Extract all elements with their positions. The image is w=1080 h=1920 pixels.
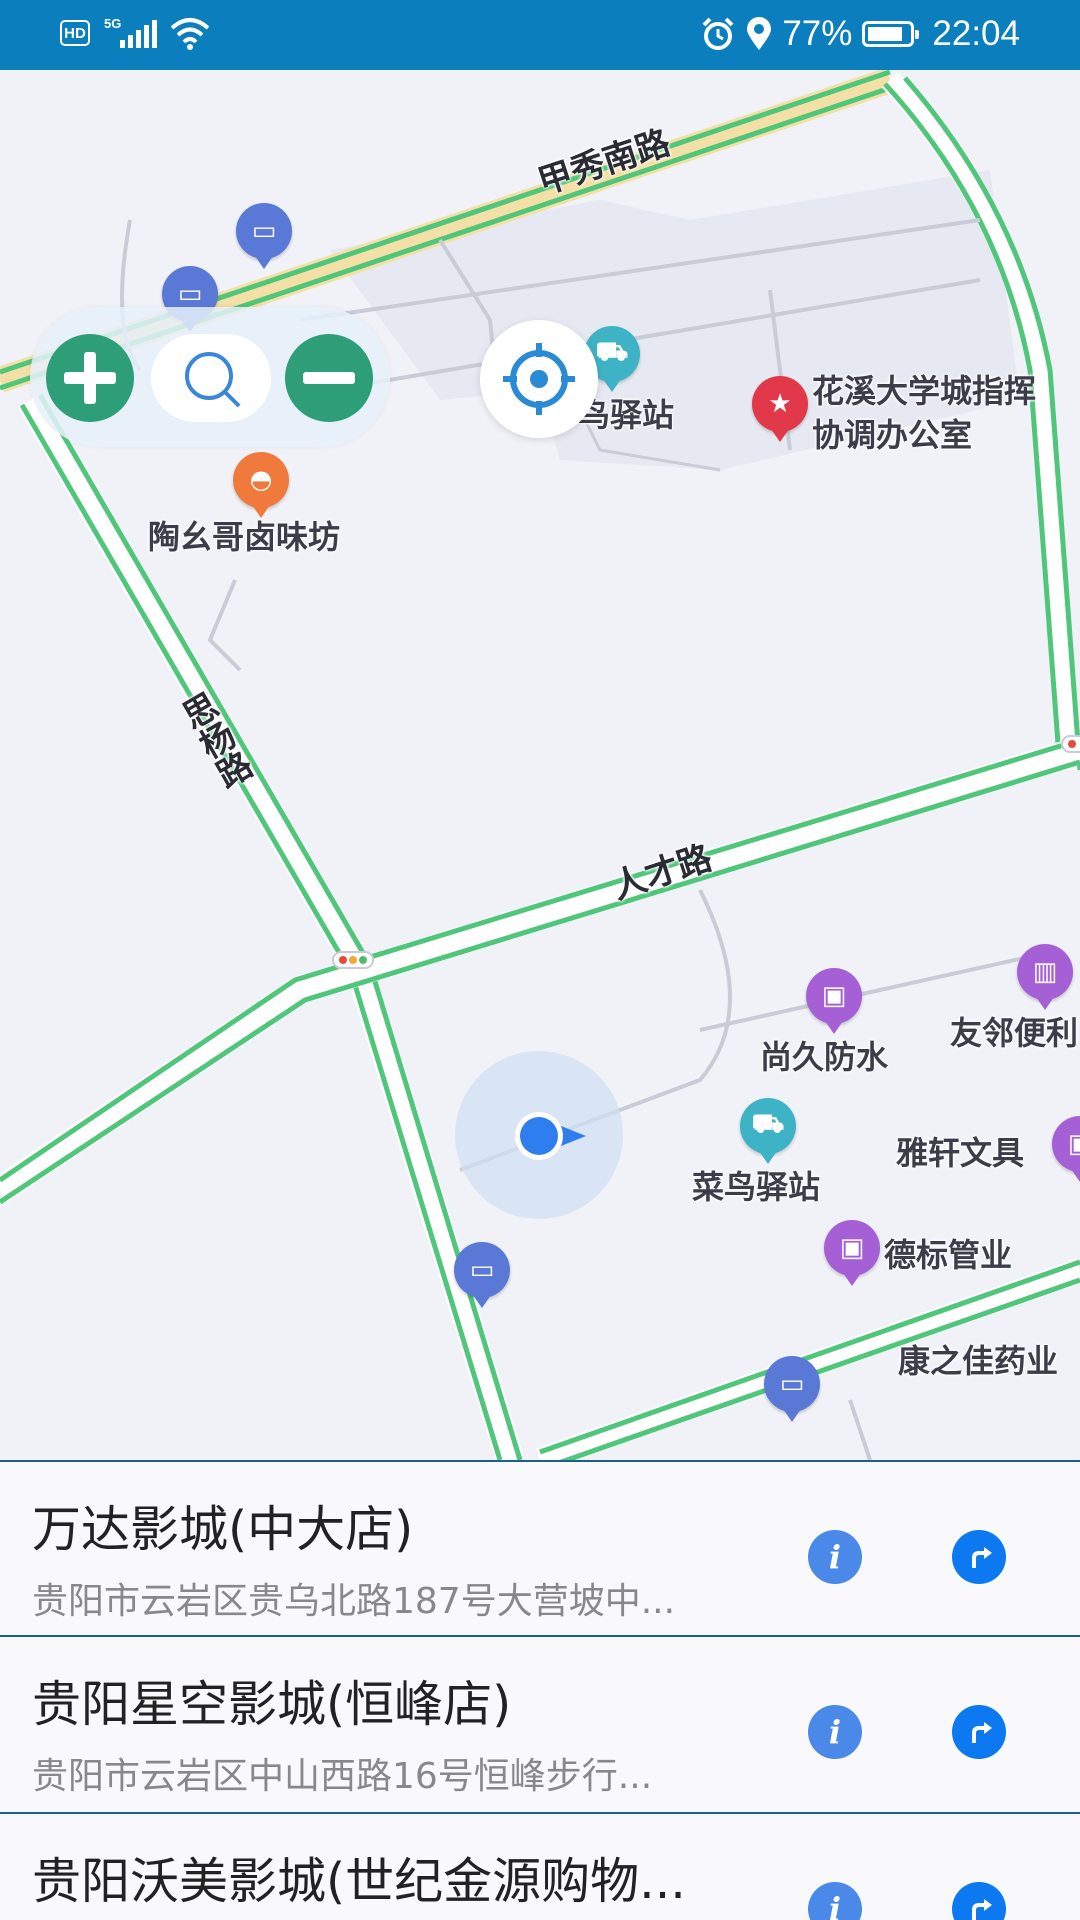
info-button[interactable]: i — [808, 1530, 862, 1584]
bus-stop-icon[interactable]: ▭ — [454, 1242, 510, 1308]
list-item[interactable]: 贵阳沃美影城(世纪金源购物... i — [0, 1814, 1080, 1920]
network-type: 5G — [104, 16, 122, 31]
result-address: 贵阳市云岩区中山西路16号恒峰步行... — [32, 1756, 653, 1797]
poi-label-taoyaoge[interactable]: 陶幺哥卤味坊 — [148, 512, 340, 558]
list-item[interactable]: 万达影城(中大店) 贵阳市云岩区贵乌北路187号大营坡中... i — [0, 1460, 1080, 1637]
landmark-star-icon[interactable]: ★ — [752, 376, 808, 442]
turn-right-arrow-icon — [972, 1547, 992, 1568]
poi-label-youlin[interactable]: 友邻便利 — [950, 1008, 1078, 1054]
bus-stop-icon[interactable]: ▭ — [236, 203, 292, 269]
crosshair-icon — [503, 343, 575, 415]
shopping-bag-icon[interactable]: ▣ — [824, 1220, 880, 1286]
status-left: HD 5G — [60, 16, 210, 50]
battery-percent: 77% — [782, 14, 853, 53]
result-list[interactable]: 万达影城(中大店) 贵阳市云岩区贵乌北路187号大营坡中... i 贵阳星空影城… — [0, 1460, 1080, 1920]
courier-station-icon[interactable]: ⛟ — [740, 1098, 796, 1164]
wifi-icon — [170, 18, 210, 50]
status-right: 77% 22:04 — [700, 14, 1020, 54]
status-bar: HD 5G 77% 22:04 — [0, 0, 1080, 70]
navigate-button[interactable] — [952, 1530, 1006, 1584]
poi-label-kangzhijia[interactable]: 康之佳药业 — [898, 1336, 1058, 1382]
alarm-icon — [702, 17, 734, 50]
list-item[interactable]: 贵阳星空影城(恒峰店) 贵阳市云岩区中山西路16号恒峰步行... i — [0, 1637, 1080, 1814]
bus-stop-icon[interactable]: ▭ — [764, 1356, 820, 1422]
turn-right-arrow-icon — [972, 1899, 992, 1920]
battery-icon — [862, 21, 920, 47]
cellular-signal-icon: 5G — [104, 16, 157, 50]
restaurant-icon[interactable]: ◓ — [233, 452, 289, 518]
zoom-in-button[interactable] — [46, 334, 134, 422]
info-button[interactable]: i — [808, 1705, 862, 1759]
search-icon — [185, 352, 241, 408]
poi-label-huaxi-office-1[interactable]: 花溪大学城指挥 — [812, 366, 1036, 412]
result-title: 万达影城(中大店) — [32, 1501, 414, 1558]
navigate-button[interactable] — [952, 1882, 1006, 1920]
store-icon[interactable]: ▥ — [1017, 944, 1073, 1010]
map-search-button[interactable] — [151, 334, 271, 422]
poi-label-debiao[interactable]: 德标管业 — [884, 1230, 1012, 1276]
poi-label-yaxuan[interactable]: 雅轩文具 — [896, 1128, 1024, 1174]
locate-button[interactable] — [480, 320, 598, 438]
map-view[interactable]: 甲秀南路 思杨路 人才路 ▭ ▭ ⛟ 鸟驿站 ★ 花溪大学城指挥 协调办公室 ◓… — [0, 70, 1080, 1460]
result-title: 贵阳沃美影城(世纪金源购物... — [32, 1853, 686, 1910]
result-title: 贵阳星空影城(恒峰店) — [32, 1676, 512, 1733]
result-address: 贵阳市云岩区贵乌北路187号大营坡中... — [32, 1581, 676, 1622]
zoom-control-panel — [30, 307, 390, 447]
info-button[interactable]: i — [808, 1882, 862, 1920]
navigate-button[interactable] — [952, 1705, 1006, 1759]
location-pin-icon — [747, 17, 772, 50]
poi-label-shangjiu[interactable]: 尚久防水 — [760, 1032, 888, 1078]
hd-badge: HD — [60, 20, 90, 46]
turn-right-arrow-icon — [972, 1722, 992, 1743]
shopping-bag-icon[interactable]: ▣ — [806, 968, 862, 1034]
clock: 22:04 — [932, 14, 1020, 53]
zoom-out-button[interactable] — [285, 334, 373, 422]
poi-label-cainiao[interactable]: 菜鸟驿站 — [692, 1162, 820, 1208]
poi-label-huaxi-office-2[interactable]: 协调办公室 — [812, 410, 972, 456]
location-arrow-icon — [515, 1112, 586, 1160]
